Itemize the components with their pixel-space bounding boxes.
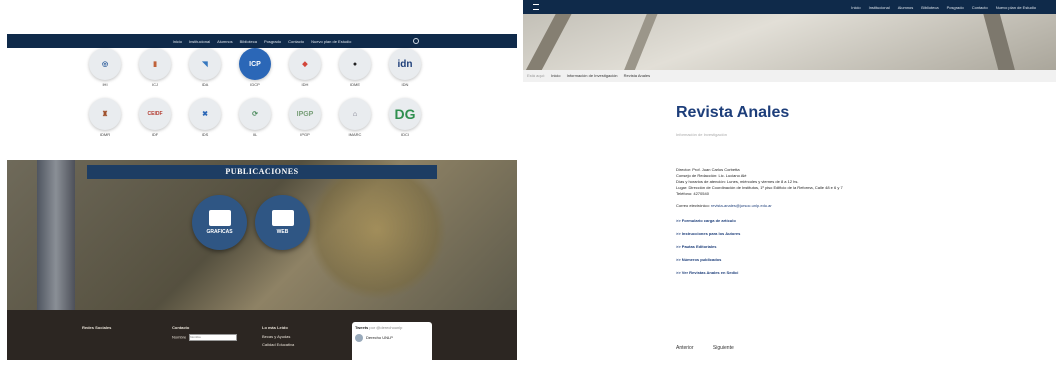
institute-logo-icon: IPGP — [289, 98, 321, 130]
nav-inicio[interactable]: Inicio — [173, 39, 182, 44]
menu-icon[interactable] — [533, 4, 539, 10]
institute-tile[interactable]: ◆ IDH — [287, 48, 323, 87]
banner-beam — [981, 14, 1021, 70]
publicaciones-section: PUBLICACIONES GRAFICAS WEB — [7, 160, 517, 310]
institute-tile[interactable]: ⌂ IMARC — [337, 98, 373, 137]
banner-beam — [523, 14, 573, 70]
right-screenshot: Inicio Institucional Alumnos Biblioteca … — [523, 0, 1056, 360]
institutes-row-1: ◎ IHI ▮ ICJ ◥ IDA ICP IDCP ◆ IDH ● IDME idn IDN — [87, 48, 423, 87]
link-formulario[interactable]: >> Formulario carga de artículo — [676, 218, 976, 223]
web-button[interactable]: WEB — [255, 195, 310, 250]
breadcrumb-item[interactable]: Inicio — [551, 73, 560, 78]
graficas-button[interactable]: GRAFICAS — [192, 195, 247, 250]
institute-tile[interactable]: ● IDME — [337, 48, 373, 87]
next-button[interactable]: Siguiente — [713, 345, 734, 351]
link-numeros[interactable]: >> Números publicados — [676, 257, 976, 262]
institute-logo-icon: DG — [389, 98, 421, 130]
institute-logo-icon: ◆ — [289, 48, 321, 80]
article: Revista Anales Información de Investigac… — [676, 104, 976, 283]
header-banner — [523, 14, 1056, 70]
contact-name-input[interactable]: Nombre — [189, 334, 238, 341]
institute-tile[interactable]: ◎ IHI — [87, 48, 123, 87]
institute-logo-icon: ♜ — [89, 98, 121, 130]
footer-link[interactable]: Becas y Ayudas — [262, 334, 294, 339]
nav-biblioteca[interactable]: Biblioteca — [240, 39, 257, 44]
institute-logo-icon: ICP — [239, 48, 271, 80]
page-title: Revista Anales — [676, 104, 790, 121]
nav-institucional[interactable]: Institucional — [189, 39, 210, 44]
footer-link[interactable]: Calidad Educativa — [262, 342, 294, 347]
search-icon[interactable] — [413, 38, 419, 44]
emblem-decoration — [307, 160, 447, 300]
breadcrumb-item[interactable]: Información de Investigación — [567, 73, 618, 78]
nav-contacto[interactable]: Contacto — [972, 5, 988, 10]
nav-alumnos[interactable]: Alumnos — [898, 5, 914, 10]
tweets-widget: Tweets por @derechounlp Derecho UNLP — [352, 322, 432, 367]
pillar-decoration — [37, 160, 75, 310]
link-sedici[interactable]: >> Ver Revistas Anales en Sedici — [676, 270, 976, 275]
nav-alumnos[interactable]: Alumnos — [217, 39, 233, 44]
footer-mas-leido: Lo más Leído Becas y Ayudas Calidad Educ… — [262, 325, 295, 347]
email-line: Correo electrónico: revista-anales@jurso… — [676, 203, 772, 208]
institute-logo-icon: ⌂ — [339, 98, 371, 130]
footer-contacto: Contacto Nombre Nombre — [172, 325, 238, 341]
pager: Anterior Siguiente — [676, 345, 796, 351]
institute-logo-icon: ⟳ — [239, 98, 271, 130]
link-instrucciones[interactable]: >> Instrucciones para los Autores — [676, 231, 976, 236]
prev-button[interactable]: Anterior — [676, 345, 694, 351]
nav-inicio[interactable]: Inicio — [851, 5, 860, 10]
nav-institucional[interactable]: Institucional — [869, 5, 890, 10]
institute-tile[interactable]: IPGP IPGP — [287, 98, 323, 137]
institute-tile[interactable]: ♜ IDMR — [87, 98, 123, 137]
institute-logo-icon: ▮ — [139, 48, 171, 80]
link-pautas[interactable]: >> Pautas Editoriales — [676, 244, 976, 249]
article-info: Director: Prof. Juan Carlos Corbetta Con… — [676, 167, 843, 196]
institute-tile[interactable]: ICP IDCP — [237, 48, 273, 87]
left-screenshot: Inicio Institucional Alumnos Biblioteca … — [7, 0, 517, 367]
nav-contacto[interactable]: Contacto — [288, 39, 304, 44]
institute-logo-icon: ● — [339, 48, 371, 80]
institute-tile[interactable]: CEIDF IDF — [137, 98, 173, 137]
footer-redes-sociales: Redes Sociales — [82, 325, 112, 330]
tweet-author-link[interactable]: Derecho UNLP — [366, 335, 393, 340]
page-subtitle: Información de Investigación — [676, 132, 727, 137]
top-navbar: Inicio Institucional Alumnos Biblioteca … — [523, 0, 1056, 14]
avatar — [355, 334, 363, 342]
breadcrumb: Está aquí: Inicio Información de Investi… — [523, 70, 1056, 82]
nav-nuevo-plan[interactable]: Nuevo plan de Estudio — [996, 5, 1036, 10]
publicaciones-title: PUBLICACIONES — [87, 165, 437, 179]
institute-tile[interactable]: DG IDCI — [387, 98, 423, 137]
web-icon — [271, 210, 294, 226]
institute-logo-icon: ◥ — [189, 48, 221, 80]
institute-logo-icon: CEIDF — [139, 98, 171, 130]
institute-tile[interactable]: ⟳ IIL — [237, 98, 273, 137]
institutes-row-2: ♜ IDMR CEIDF IDF ✖ IDS ⟳ IIL IPGP IPGP ⌂ IMARC… — [87, 98, 423, 137]
email-link[interactable]: revista-anales@jursoc.unlp.edu.ar — [711, 203, 772, 208]
breadcrumb-current: Revista Anales — [623, 73, 651, 78]
institute-logo-icon: ◎ — [89, 48, 121, 80]
footer: Redes Sociales Contacto Nombre Nombre Lo … — [7, 310, 517, 367]
top-navbar: Inicio Institucional Alumnos Biblioteca … — [7, 34, 517, 48]
nav-posgrado[interactable]: Posgrado — [947, 5, 964, 10]
book-icon — [208, 210, 231, 226]
institute-logo-icon: ✖ — [189, 98, 221, 130]
banner-beam — [616, 14, 660, 70]
institute-tile[interactable]: ▮ ICJ — [137, 48, 173, 87]
institute-logo-icon: idn — [389, 48, 421, 80]
institute-tile[interactable]: idn IDN — [387, 48, 423, 87]
nav-nuevo-plan[interactable]: Nuevo plan de Estudio — [311, 39, 351, 44]
institute-tile[interactable]: ◥ IDA — [187, 48, 223, 87]
nav-biblioteca[interactable]: Biblioteca — [921, 5, 938, 10]
nav-posgrado[interactable]: Posgrado — [264, 39, 281, 44]
institute-tile[interactable]: ✖ IDS — [187, 98, 223, 137]
